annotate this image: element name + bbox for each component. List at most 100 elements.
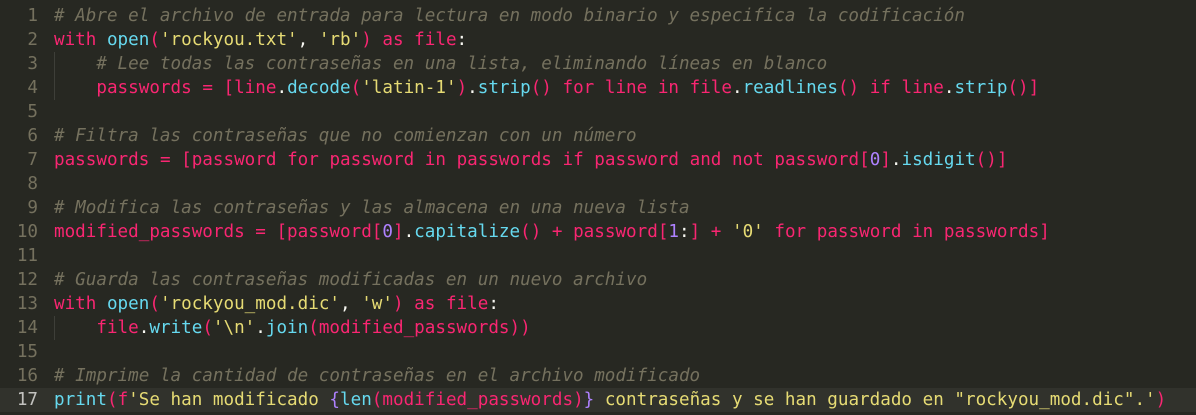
code-token: f (117, 390, 129, 410)
code-token: # Lee todas las contraseñas en una lista… (96, 54, 828, 74)
code-token: '0' (731, 222, 764, 242)
code-token: password (774, 150, 860, 170)
code-token: as (382, 30, 404, 50)
code-line[interactable]: 17 print(f'Se han modificado {len(modifie… (0, 388, 1196, 412)
line-number: 11 (16, 246, 38, 266)
code-line[interactable]: 10 modified_passwords = [password[0].capi… (0, 220, 1196, 244)
code-line[interactable]: 8 (0, 172, 1196, 196)
code-token: line (234, 78, 277, 98)
line-number: 2 (27, 30, 38, 50)
line-number: 7 (27, 150, 38, 170)
code-token: [ (223, 78, 235, 98)
code-token: password (816, 222, 902, 242)
code-line[interactable]: 16 # Imprime la cantidad de contraseñas e… (0, 364, 1196, 388)
code-token: in (657, 78, 680, 98)
code-token: password (191, 150, 277, 170)
code-token: . (467, 78, 478, 98)
code-line[interactable]: 9 # Modifica las contraseñas y las almace… (0, 196, 1196, 220)
code-token: password (573, 222, 658, 242)
code-token: = (255, 222, 266, 242)
code-token: # Abre el archivo de entrada para lectur… (54, 6, 965, 26)
code-token: . (732, 78, 743, 98)
code-line[interactable]: 3 # Lee todas las contraseñas en una lis… (0, 52, 1196, 76)
code-token: [ (859, 150, 870, 170)
code-token: decode (287, 78, 351, 98)
line-code: with open('rockyou.txt', 'rb') as file: (54, 28, 467, 52)
code-token: ) (361, 30, 372, 50)
line-number: 9 (27, 198, 38, 218)
code-line[interactable]: 15 (0, 340, 1196, 364)
code-token: ] (1039, 222, 1050, 242)
code-line[interactable]: 11 (0, 244, 1196, 268)
line-code: # Abre el archivo de entrada para lectur… (54, 4, 965, 28)
code-line[interactable]: 2 with open('rockyou.txt', 'rb') as file: (0, 28, 1196, 52)
code-token: ) (1155, 390, 1167, 410)
code-token: + (710, 222, 722, 242)
code-line[interactable]: 13 with open('rockyou_mod.dic', 'w') as f… (0, 292, 1196, 316)
line-number: 4 (27, 78, 38, 98)
code-token: file (414, 30, 457, 50)
code-token: file (689, 78, 732, 98)
line-code: # Guarda las contraseñas modificadas en … (54, 268, 647, 292)
line-number: 3 (27, 54, 38, 74)
line-number: 5 (27, 102, 38, 122)
code-token: strip (954, 78, 1008, 98)
code-line[interactable]: 5 (0, 100, 1196, 124)
code-token: ] (689, 222, 701, 242)
code-token: () (837, 78, 860, 98)
code-token: modified_passwords (318, 318, 510, 338)
code-token: ] (880, 150, 891, 170)
code-token: . (943, 78, 955, 98)
code-token: = (202, 78, 213, 98)
code-token: ( (106, 390, 118, 410)
code-token: ()] (1007, 78, 1040, 98)
line-code: # Imprime la cantidad de contraseñas en … (54, 364, 700, 388)
code-token: contraseñas y se han guardado en "rockyo… (594, 390, 1156, 410)
code-token: } (583, 390, 595, 410)
code-token: print (54, 390, 107, 410)
code-token: join (265, 318, 309, 338)
code-line[interactable]: 12 # Guarda las contraseñas modificadas e… (0, 268, 1196, 292)
code-editor[interactable]: 1 # Abre el archivo de entrada para lectu… (0, 0, 1196, 415)
code-token: () (530, 78, 552, 98)
code-token: () (520, 222, 542, 242)
line-number: 6 (27, 126, 38, 146)
code-token: for (774, 222, 807, 242)
line-number: 16 (16, 366, 38, 386)
code-token: ] (392, 222, 404, 242)
code-token: len (340, 390, 372, 410)
code-token: modified_passwords (54, 222, 245, 242)
code-line[interactable]: 1 # Abre el archivo de entrada para lectu… (0, 4, 1196, 28)
code-line[interactable]: 7 passwords = [password for password in p… (0, 148, 1196, 172)
line-number: 15 (16, 342, 38, 362)
line-code: with open('rockyou_mod.dic', 'w') as fil… (54, 292, 499, 316)
code-line[interactable]: 14 file.write('\n'.join(modified_passwor… (0, 316, 1196, 340)
line-number: 13 (16, 294, 38, 314)
code-token: line (604, 78, 648, 98)
code-token: 0 (869, 150, 881, 170)
code-line[interactable]: 6 # Filtra las contraseñas que no comienz… (0, 124, 1196, 148)
code-token: 'Se han modificado (128, 390, 330, 410)
code-line[interactable]: 4 passwords = [line.decode('latin-1').st… (0, 76, 1196, 100)
code-token: '\n' (212, 318, 256, 338)
line-number: 8 (27, 174, 38, 194)
